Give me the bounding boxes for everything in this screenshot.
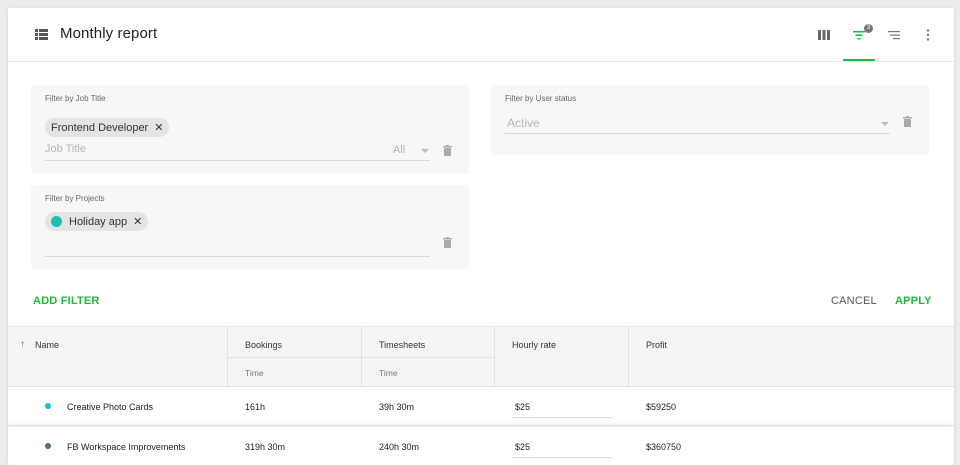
active-tab-indicator — [843, 59, 875, 61]
columns-button[interactable] — [813, 25, 835, 45]
table-row[interactable]: Creative Photo Cards 161h 39h 30m $25 $5… — [8, 387, 954, 426]
user-status-filter: Filter by User status Active — [491, 85, 929, 155]
job-title-chip: Frontend Developer ✕ — [45, 118, 170, 137]
projects-filter: Filter by Projects Holiday app ✕ — [31, 185, 469, 269]
column-subheader: Time — [362, 357, 494, 387]
add-filter-button[interactable]: ADD FILTER — [33, 295, 100, 307]
project-color-dot — [45, 403, 51, 409]
report-header: Monthly report 3 — [8, 8, 954, 62]
row-name: Creative Photo Cards — [67, 401, 154, 412]
columns-icon — [818, 30, 830, 40]
job-title-input[interactable]: Job Title — [45, 143, 86, 155]
row-timesheets: 240h 30m — [379, 441, 420, 452]
project-chip-label: Holiday app — [69, 215, 128, 228]
row-profit: $59250 — [646, 401, 677, 412]
filter-count-badge: 3 — [864, 24, 873, 33]
row-timesheets: 39h 30m — [379, 401, 415, 412]
projects-filter-label: Filter by Projects — [45, 194, 105, 203]
column-header-profit[interactable]: Profit — [629, 327, 954, 388]
row-profit: $360750 — [646, 441, 682, 452]
filter-icon — [853, 31, 865, 40]
chevron-down-icon[interactable] — [421, 149, 429, 153]
chevron-down-icon[interactable] — [881, 122, 889, 126]
report-card: Monthly report 3 Filter by Job Title Fro… — [8, 8, 954, 465]
table-row[interactable]: FB Workspace Improvements 319h 30m 240h … — [8, 427, 954, 465]
column-subheader: Time — [228, 357, 361, 387]
table-header: ↑ Name Bookings Time Timesheets Time Hou… — [8, 326, 954, 388]
user-status-filter-label: Filter by User status — [505, 94, 577, 103]
job-title-chip-label: Frontend Developer — [51, 121, 149, 134]
trash-icon[interactable] — [443, 145, 452, 156]
row-bookings: 319h 30m — [245, 441, 286, 452]
column-header-timesheets[interactable]: Timesheets Time — [362, 327, 495, 388]
row-hourly-rate-input[interactable]: $25 — [515, 387, 530, 426]
projects-input-line[interactable] — [45, 256, 430, 257]
job-title-scope[interactable]: All — [393, 144, 405, 156]
job-title-input-line — [45, 160, 430, 161]
more-button[interactable] — [917, 25, 939, 45]
sort-button[interactable] — [883, 25, 905, 45]
row-hourly-rate-input[interactable]: $25 — [515, 427, 530, 465]
rate-input-line — [512, 457, 612, 458]
rate-input-line — [512, 417, 612, 418]
user-status-select[interactable]: Active — [507, 116, 540, 130]
trash-icon[interactable] — [903, 116, 912, 127]
project-chip: Holiday app ✕ — [45, 212, 149, 231]
arrow-up-icon: ↑ — [20, 339, 25, 350]
row-name: FB Workspace Improvements — [67, 441, 186, 452]
project-color-dot — [51, 216, 62, 227]
cancel-button[interactable]: CANCEL — [831, 295, 877, 307]
remove-chip-icon[interactable]: ✕ — [133, 215, 142, 228]
job-title-filter: Filter by Job Title Frontend Developer ✕… — [31, 85, 469, 174]
user-status-input-line — [505, 133, 890, 134]
column-header-bookings[interactable]: Bookings Time — [228, 327, 362, 388]
list-icon — [35, 29, 48, 40]
column-header-hourly-rate[interactable]: Hourly rate — [495, 327, 629, 388]
column-header-name[interactable]: ↑ Name — [8, 327, 228, 388]
more-vertical-icon — [926, 29, 930, 41]
apply-button[interactable]: APPLY — [895, 295, 932, 307]
job-title-filter-label: Filter by Job Title — [45, 94, 106, 103]
remove-chip-icon[interactable]: ✕ — [154, 121, 163, 134]
project-color-dot — [45, 443, 51, 449]
row-bookings: 161h — [245, 401, 266, 412]
sort-icon — [888, 31, 900, 40]
trash-icon[interactable] — [443, 237, 452, 248]
page-title: Monthly report — [60, 25, 158, 42]
